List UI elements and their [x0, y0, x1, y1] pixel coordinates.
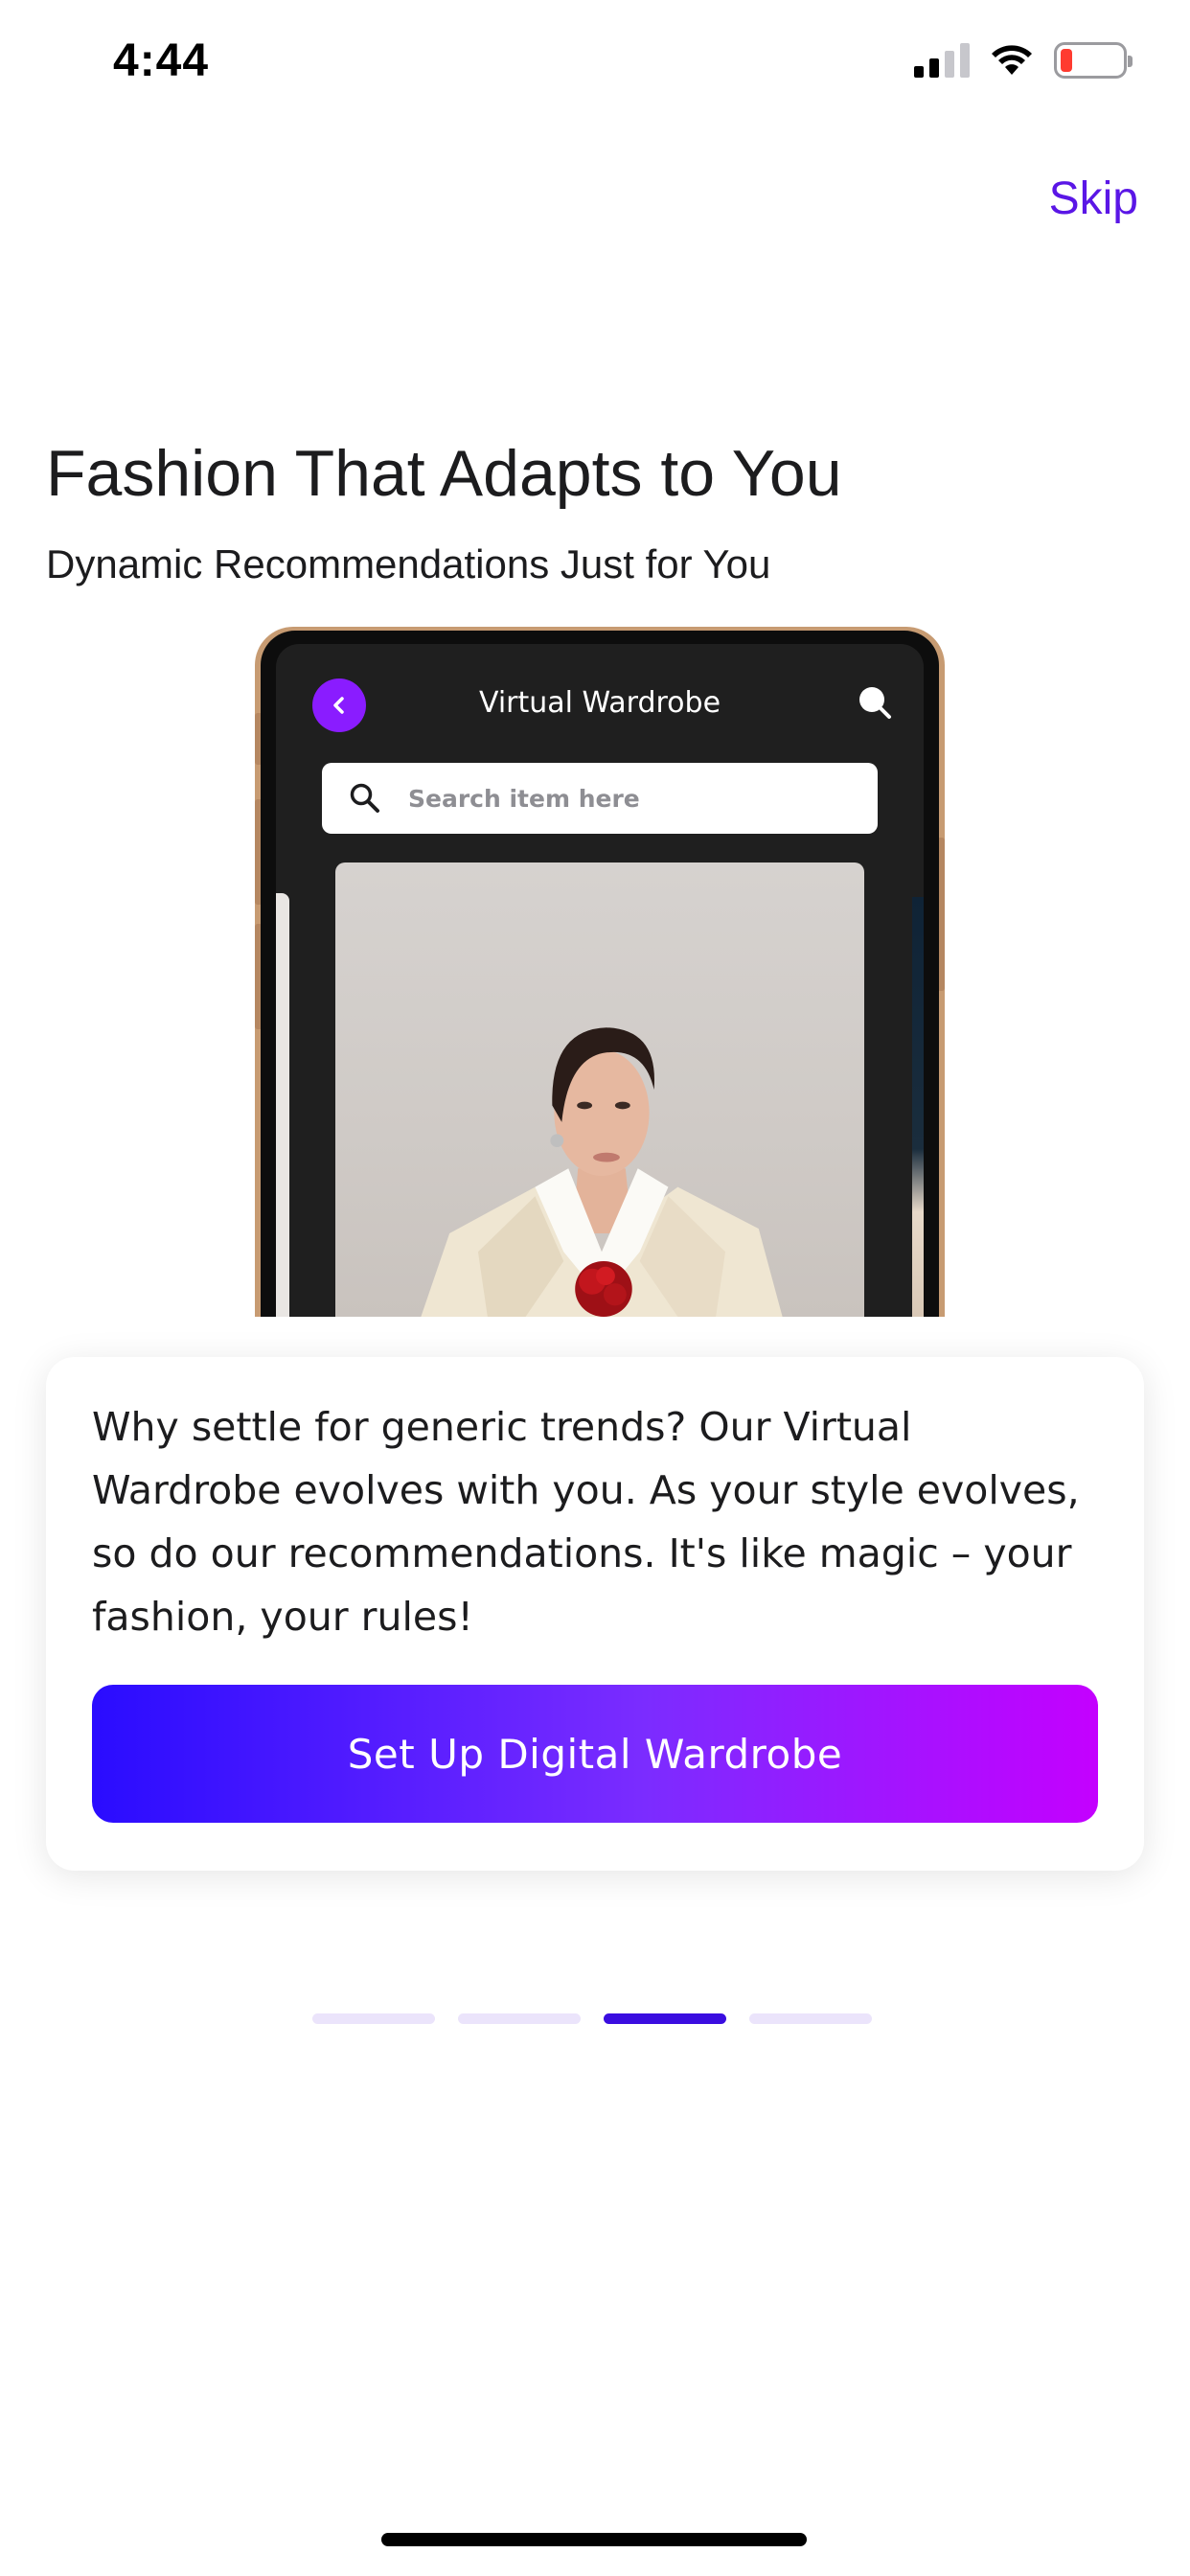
- page-dot-1[interactable]: [312, 2013, 435, 2024]
- phone-search-input: [408, 784, 811, 813]
- info-card: Why settle for generic trends? Our Virtu…: [46, 1357, 1144, 1871]
- status-time: 4:44: [113, 35, 210, 86]
- phone-screen-title: Virtual Wardrobe: [478, 686, 721, 720]
- carousel-prev-card: [276, 893, 289, 1317]
- battery-low-icon: [1054, 42, 1133, 79]
- page-title: Fashion That Adapts to You: [46, 437, 842, 510]
- wifi-icon: [992, 45, 1032, 75]
- outfit-photo: [335, 862, 864, 1317]
- setup-wardrobe-button[interactable]: Set Up Digital Wardrobe: [92, 1685, 1098, 1823]
- page-dot-4[interactable]: [749, 2013, 872, 2024]
- cellular-signal-icon: [914, 43, 970, 78]
- phone-mockup: Virtual Wardrobe: [255, 627, 945, 1317]
- skip-button[interactable]: Skip: [1049, 172, 1138, 225]
- page-subtitle: Dynamic Recommendations Just for You: [46, 541, 771, 586]
- status-icons: [914, 42, 1133, 79]
- search-icon: [350, 783, 379, 813]
- phone-search-bar: [322, 763, 878, 834]
- page-dot-2[interactable]: [458, 2013, 581, 2024]
- phone-screen: Virtual Wardrobe: [276, 644, 924, 1317]
- home-indicator[interactable]: [381, 2533, 807, 2546]
- onboarding-screen: 4:44 Skip Fashion That Adapts to You Dyn…: [0, 0, 1190, 2576]
- search-icon: [859, 687, 891, 719]
- card-description: Why settle for generic trends? Our Virtu…: [92, 1404, 1080, 1640]
- page-indicator: [312, 2013, 872, 2024]
- model-photo: [421, 1027, 783, 1317]
- carousel-next-card: [912, 897, 924, 1317]
- page-dot-3-active[interactable]: [604, 2013, 726, 2024]
